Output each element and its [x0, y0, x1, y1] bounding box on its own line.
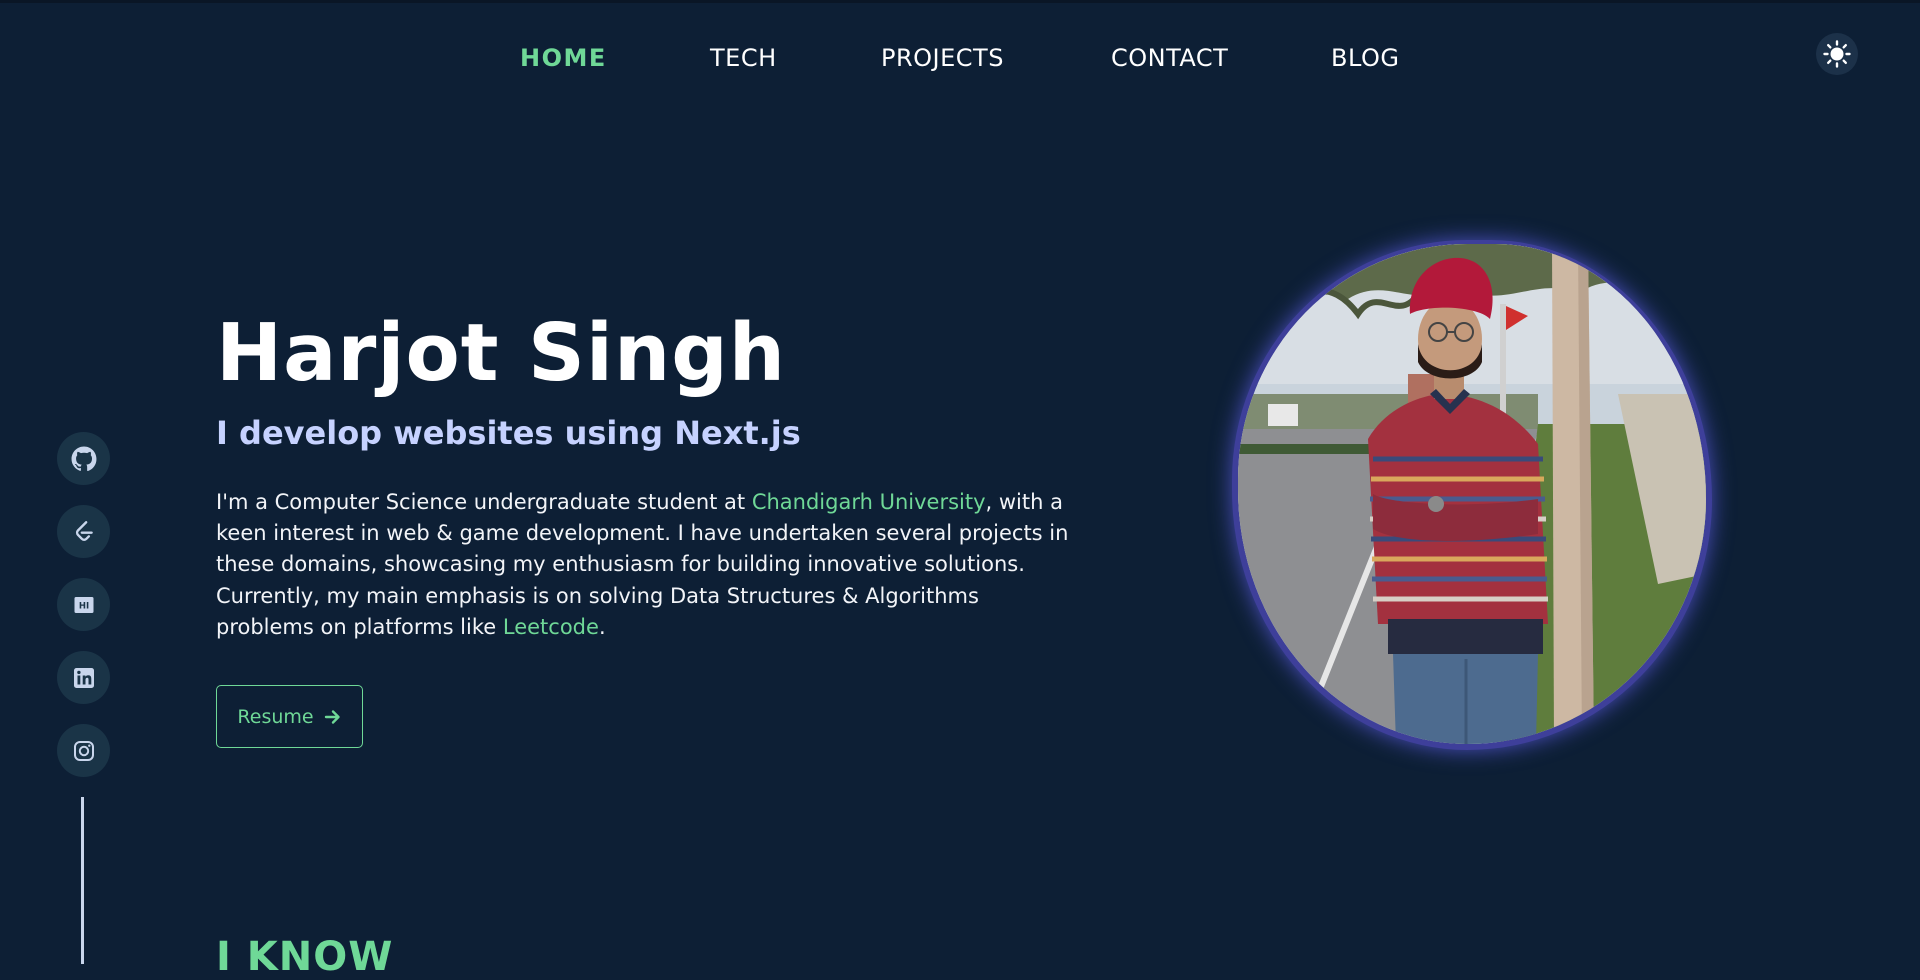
chandigarh-university-link[interactable]: Chandigarh University — [752, 490, 986, 514]
social-divider-line — [81, 797, 84, 964]
resume-button[interactable]: Resume — [216, 685, 363, 748]
instagram-link[interactable] — [57, 724, 110, 777]
theme-toggle-button[interactable] — [1816, 33, 1858, 75]
resume-label: Resume — [237, 705, 314, 728]
navbar: HOME TECH PROJECTS CONTACT BLOG — [0, 0, 1920, 118]
arrow-right-icon — [324, 709, 340, 724]
section-title-i-know: I KNOW — [216, 934, 394, 980]
linkedin-icon — [73, 667, 94, 688]
desc-part-3: . — [598, 614, 606, 639]
leetcode-link[interactable] — [57, 505, 110, 558]
desc-part-1: I'm a Computer Science undergraduate stu… — [216, 490, 752, 514]
hashnode-icon: HI — [74, 596, 93, 613]
nav-tech[interactable]: TECH — [710, 44, 777, 72]
github-link[interactable] — [57, 432, 110, 485]
profile-photo — [1238, 244, 1706, 744]
nav-blog[interactable]: BLOG — [1331, 44, 1399, 72]
leetcode-text-link[interactable]: Leetcode — [503, 615, 599, 639]
nav-home[interactable]: HOME — [520, 44, 607, 72]
hashnode-link[interactable]: HI — [57, 578, 110, 631]
linkedin-link[interactable] — [57, 651, 110, 704]
svg-text:HI: HI — [78, 601, 88, 611]
tagline-bold: develop — [239, 414, 383, 452]
leetcode-icon — [75, 520, 93, 541]
hero-name: Harjot Singh — [216, 307, 787, 399]
sun-icon — [1823, 40, 1851, 68]
nav-projects[interactable]: PROJECTS — [881, 44, 1004, 72]
nav-contact[interactable]: CONTACT — [1111, 44, 1228, 72]
profile-photo-frame — [1232, 240, 1712, 750]
nav-links: HOME TECH PROJECTS CONTACT BLOG — [0, 44, 1920, 74]
tagline-suffix: websites using Next.js — [382, 414, 801, 452]
instagram-icon — [73, 740, 94, 761]
github-icon — [71, 446, 96, 471]
hero-description: I'm a Computer Science undergraduate stu… — [216, 487, 1076, 643]
hero-tagline: I develop websites using Next.js — [216, 414, 801, 452]
tagline-prefix: I — [216, 414, 240, 452]
